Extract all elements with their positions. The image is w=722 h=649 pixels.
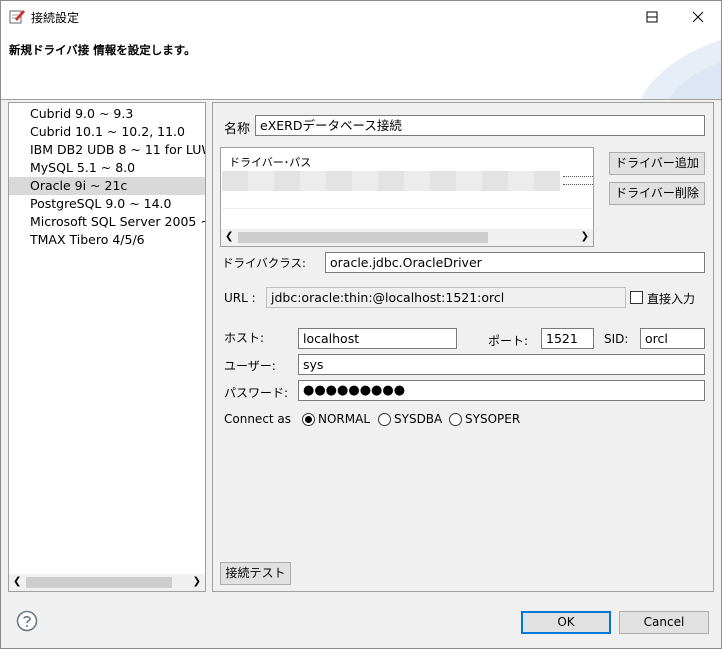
driver-class-input[interactable]: oracle.jdbc.OracleDriver: [325, 252, 705, 273]
add-driver-button[interactable]: ドライバー追加: [609, 152, 705, 175]
banner-separator: [1, 99, 721, 100]
scroll-thumb[interactable]: [238, 232, 488, 243]
scroll-left-icon[interactable]: ❮: [225, 231, 233, 242]
banner-message: 新規ドライバ接 情報を設定します。: [9, 43, 196, 57]
db-item-ibm-db2[interactable]: IBM DB2 UDB 8 ~ 11 for LUW: [9, 141, 205, 159]
host-input[interactable]: localhost: [298, 328, 457, 349]
driver-path-empty-row: [222, 191, 592, 209]
driver-path-table[interactable]: ドライバー･パス ❮ ❯: [220, 147, 594, 247]
db-item-oracle[interactable]: Oracle 9i ~ 21c: [9, 177, 205, 195]
password-input[interactable]: ●●●●●●●●●: [298, 380, 705, 401]
close-button[interactable]: [675, 1, 721, 32]
db-item-sqlserver[interactable]: Microsoft SQL Server 2005 ~ 2019: [9, 213, 205, 231]
radio-sysoper-label[interactable]: SYSOPER: [465, 412, 520, 426]
url-label: URL :: [224, 291, 256, 305]
connect-as-label: Connect as: [224, 412, 292, 426]
radio-sysdba-label[interactable]: SYSDBA: [394, 412, 442, 426]
app-edit-icon: [9, 10, 25, 24]
maximize-button[interactable]: [629, 1, 675, 32]
sid-input[interactable]: orcl: [640, 328, 705, 349]
port-label: ポート:: [488, 334, 529, 348]
scroll-left-icon[interactable]: ❮: [13, 576, 21, 587]
db-item-mysql[interactable]: MySQL 5.1 ~ 8.0: [9, 159, 205, 177]
user-input[interactable]: sys: [298, 354, 705, 375]
close-icon: [692, 11, 704, 22]
sid-label: SID:: [604, 332, 629, 346]
db-item-tibero[interactable]: TMAX Tibero 4/5/6: [9, 231, 205, 249]
title-bar: 接続設定: [1, 1, 721, 32]
database-list-scrollbar[interactable]: ❮ ❯: [9, 574, 205, 591]
direct-input-checkbox[interactable]: [630, 291, 643, 304]
scroll-right-icon[interactable]: ❯: [193, 576, 201, 587]
radio-normal[interactable]: [302, 413, 315, 426]
database-list[interactable]: Cubrid 9.0 ~ 9.3 Cubrid 10.1 ~ 10.2, 11.…: [8, 102, 206, 592]
name-label: 名称: [224, 122, 251, 137]
scroll-right-icon[interactable]: ❯: [581, 231, 589, 242]
db-item-cubrid-10[interactable]: Cubrid 10.1 ~ 10.2, 11.0: [9, 123, 205, 141]
banner-decoration-icon: [641, 40, 721, 99]
cancel-button[interactable]: Cancel: [619, 611, 709, 634]
connection-form-panel: 名称 eXERDデータベース接続 ドライバー･パス ❮ ❯ ドライバー追加 ドラ…: [212, 102, 714, 592]
connection-test-button[interactable]: 接続テスト: [220, 562, 291, 585]
connection-settings-dialog: 接続設定 新規ドライバ接 情報を設定します。 Cubrid 9.0 ~ 9.3 …: [0, 0, 722, 649]
window-title: 接続設定: [31, 11, 80, 25]
port-input[interactable]: 1521: [541, 328, 594, 349]
help-icon[interactable]: [16, 610, 38, 632]
ok-button[interactable]: OK: [521, 611, 611, 634]
radio-normal-label[interactable]: NORMAL: [318, 412, 370, 426]
delete-driver-button[interactable]: ドライバー削除: [609, 182, 705, 205]
header-banner: 新規ドライバ接 情報を設定します。: [1, 32, 721, 99]
host-label: ホスト:: [224, 331, 265, 345]
direct-input-label[interactable]: 直接入力: [647, 290, 695, 307]
driver-class-label: ドライバクラス:: [222, 256, 306, 270]
driver-path-row-overflow: [563, 176, 593, 185]
scroll-thumb[interactable]: [26, 577, 172, 588]
driver-table-scrollbar[interactable]: ❮ ❯: [221, 229, 593, 246]
radio-sysoper[interactable]: [449, 413, 462, 426]
url-input: jdbc:oracle:thin:@localhost:1521:orcl: [266, 287, 626, 308]
password-label: パスワード:: [224, 386, 289, 400]
user-label: ユーザー:: [224, 359, 276, 373]
driver-path-header: ドライバー･パス: [229, 156, 312, 169]
driver-path-row[interactable]: [222, 171, 560, 191]
db-item-postgresql[interactable]: PostgreSQL 9.0 ~ 14.0: [9, 195, 205, 213]
name-input[interactable]: eXERDデータベース接続: [255, 115, 705, 136]
radio-sysdba[interactable]: [378, 413, 391, 426]
maximize-icon: [646, 11, 658, 22]
db-item-cubrid-9[interactable]: Cubrid 9.0 ~ 9.3: [9, 105, 205, 123]
